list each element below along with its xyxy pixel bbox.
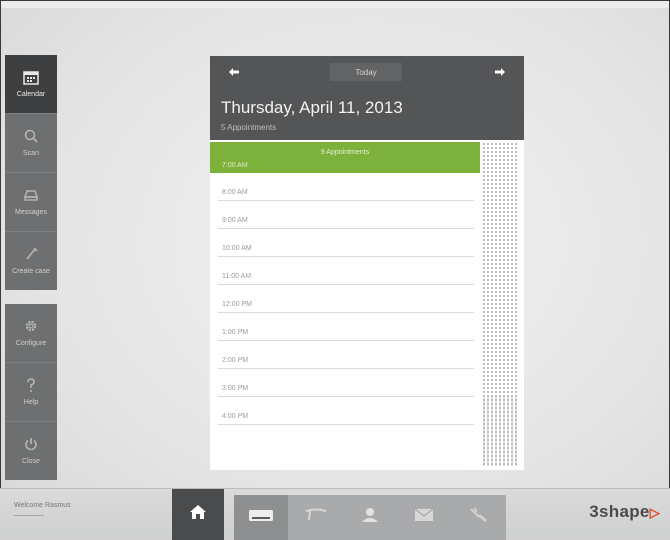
sidebar-item-label: Close	[22, 458, 40, 465]
time-slot[interactable]: 3:00 PM	[218, 369, 474, 397]
time-slot-label: 12:00 PM	[222, 301, 252, 308]
sidebar-item-label: Configure	[15, 340, 47, 347]
time-slot[interactable]: 4:00 PM	[218, 397, 474, 425]
time-slot-list: 9 Appointments 7:00 AM 8:00 AM 9:00 AM 1…	[210, 142, 480, 425]
help-icon	[23, 377, 39, 393]
tools-tool-button[interactable]	[452, 495, 506, 540]
patient-icon	[360, 507, 380, 528]
search-icon	[23, 128, 39, 144]
home-icon	[189, 503, 207, 526]
today-button[interactable]: Today	[330, 63, 402, 81]
brand-logo: 3shape▷	[589, 502, 660, 522]
date-title: Thursday, April 11, 2013	[221, 98, 403, 117]
time-slot-label: 3:00 PM	[222, 385, 249, 392]
arrow-right-icon	[495, 63, 505, 81]
tooth-tool-button[interactable]	[288, 495, 342, 540]
sidebar: Calendar Scan Messages Create case Confi…	[5, 55, 57, 480]
calendar-panel: Today Thursday, April 11, 2013 5 Appoint…	[210, 56, 524, 470]
time-slot-label: 1:00 PM	[222, 329, 249, 336]
sidebar-item-scan[interactable]: Scan	[5, 114, 57, 173]
appointment-slot[interactable]: 9 Appointments 7:00 AM	[210, 142, 480, 173]
time-slot-label: 8:00 AM	[222, 189, 248, 196]
home-button[interactable]	[172, 489, 224, 540]
sidebar-item-close[interactable]: Close	[5, 422, 57, 480]
sidebar-item-label: Create case	[12, 268, 50, 275]
sidebar-item-label: Help	[23, 399, 39, 406]
sidebar-group-primary: Calendar Scan Messages Create case	[5, 55, 57, 290]
calendar-icon	[23, 69, 39, 85]
messages-icon	[23, 187, 39, 203]
time-slot-label: 11:00 AM	[222, 273, 252, 280]
time-slot[interactable]: 9:00 AM	[218, 201, 474, 229]
sidebar-item-help[interactable]: Help	[5, 363, 57, 422]
user-underline	[14, 515, 44, 516]
time-slot-label: 10:00 AM	[222, 245, 252, 252]
time-slot[interactable]: 8:00 AM	[218, 173, 474, 201]
brand-mark-icon: ▷	[649, 505, 660, 520]
mail-tool-button[interactable]	[397, 495, 451, 540]
sidebar-item-label: Scan	[23, 150, 39, 157]
month-overview-grid-faded	[482, 396, 518, 466]
tool-strip	[234, 495, 506, 540]
brand-name: 3shape	[589, 502, 650, 521]
mail-icon	[414, 508, 434, 527]
time-slot-label: 9:00 AM	[222, 217, 248, 224]
scanner-tool-button[interactable]	[234, 495, 289, 540]
time-slot[interactable]: 11:00 AM	[218, 257, 474, 285]
user-greeting: Welcome Rasmus	[14, 502, 71, 509]
time-slot-label: 2:00 PM	[222, 357, 249, 364]
previous-day-button[interactable]	[222, 63, 246, 81]
gear-icon	[23, 318, 39, 334]
sidebar-item-calendar[interactable]: Calendar	[5, 55, 57, 114]
time-slot[interactable]: 10:00 AM	[218, 229, 474, 257]
sidebar-item-messages[interactable]: Messages	[5, 173, 57, 232]
sidebar-item-label: Messages	[15, 209, 47, 216]
sidebar-item-configure[interactable]: Configure	[5, 304, 57, 363]
power-icon	[23, 436, 39, 452]
time-slot-label: 4:00 PM	[222, 413, 249, 420]
sidebar-group-secondary: Configure Help Close	[5, 304, 57, 480]
date-subtitle: 5 Appointments	[221, 123, 277, 132]
time-slot[interactable]: 12:00 PM	[218, 285, 474, 313]
create-case-icon	[23, 246, 39, 262]
tools-icon	[468, 506, 490, 529]
time-slot[interactable]: 1:00 PM	[218, 313, 474, 341]
tooth-icon	[304, 507, 328, 528]
time-slot-label: 7:00 AM	[222, 162, 248, 169]
next-day-button[interactable]	[488, 63, 512, 81]
time-slot[interactable]: 2:00 PM	[218, 341, 474, 369]
appointment-label: 9 Appointments	[320, 149, 370, 156]
sidebar-item-create-case[interactable]: Create case	[5, 232, 57, 290]
patient-tool-button[interactable]	[343, 495, 397, 540]
sidebar-item-label: Calendar	[16, 91, 46, 98]
bottom-bar: Welcome Rasmus 3shape▷	[0, 488, 670, 540]
arrow-left-icon	[229, 63, 239, 81]
scanner-icon	[248, 507, 274, 528]
calendar-header: Today Thursday, April 11, 2013 5 Appoint…	[210, 56, 524, 140]
